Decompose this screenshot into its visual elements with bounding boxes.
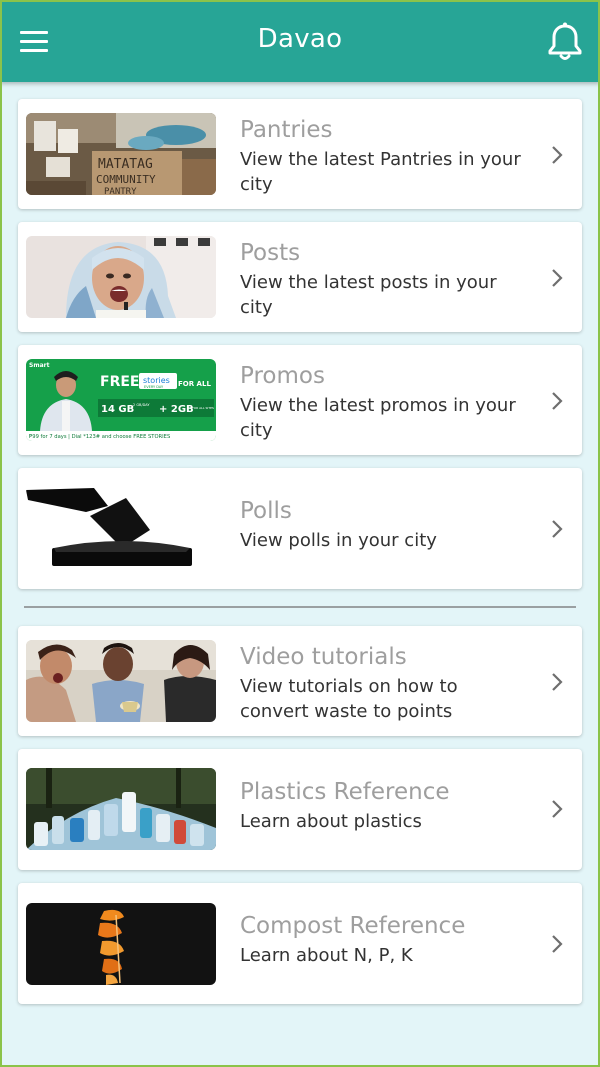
pantry-photo: MATATAG COMMUNITY PANTRY xyxy=(26,113,216,195)
notification-button[interactable] xyxy=(544,20,586,64)
chevron-right-icon xyxy=(548,267,566,289)
card-title: Pantries xyxy=(240,117,333,143)
app-bar: Davao xyxy=(0,0,600,82)
svg-text:FOR ALL SITES: FOR ALL SITES xyxy=(192,406,214,410)
svg-text:MATATAG: MATATAG xyxy=(98,157,153,172)
svg-text:PANTRY: PANTRY xyxy=(104,187,137,195)
card-subtitle: View the latest promos in your city xyxy=(240,395,516,441)
card-subtitle: Learn about plastics xyxy=(240,811,422,832)
card-title: Compost Reference xyxy=(240,913,466,939)
card-subtitle: View the latest Pantries in your city xyxy=(240,149,521,195)
chevron-right-icon xyxy=(548,671,566,693)
woman-hijab-photo xyxy=(26,236,216,318)
card-subtitle: View tutorials on how to convert waste t… xyxy=(240,676,458,722)
svg-text:Smart: Smart xyxy=(29,362,50,369)
card-title: Promos xyxy=(240,363,325,389)
svg-text:FREE: FREE xyxy=(100,374,139,390)
card-pantries[interactable]: MATATAG COMMUNITY PANTRY Pantries View t… xyxy=(18,99,582,209)
svg-text:EVERY DAY: EVERY DAY xyxy=(144,385,164,389)
svg-text:COMMUNITY: COMMUNITY xyxy=(96,173,156,186)
chevron-right-icon xyxy=(548,518,566,540)
svg-text:2 GB/DAY: 2 GB/DAY xyxy=(133,403,150,407)
section-divider xyxy=(24,606,576,608)
svg-text:+ 2GB: + 2GB xyxy=(159,404,194,415)
svg-text:stories: stories xyxy=(143,376,170,385)
page-title: Davao xyxy=(257,24,343,54)
card-title: Polls xyxy=(240,498,292,524)
card-plastics-reference[interactable]: Plastics Reference Learn about plastics xyxy=(18,749,582,870)
chevron-right-icon xyxy=(548,933,566,955)
svg-text:14 GB: 14 GB xyxy=(101,404,134,415)
bell-icon xyxy=(548,22,582,60)
ballot-box-icon xyxy=(26,486,216,574)
card-posts[interactable]: Posts View the latest posts in your city xyxy=(18,222,582,332)
chevron-right-icon xyxy=(548,390,566,412)
card-compost-reference[interactable]: Compost Reference Learn about N, P, K xyxy=(18,883,582,1004)
card-title: Plastics Reference xyxy=(240,779,450,805)
smart-promo-banner: Smart FREE stories EVERY DAY FOR ALL 14 … xyxy=(26,359,216,441)
card-subtitle: View the latest posts in your city xyxy=(240,272,497,318)
kids-tutorial-photo xyxy=(26,640,216,722)
card-subtitle: View polls in your city xyxy=(240,530,437,551)
plastic-bottles-photo xyxy=(26,768,216,850)
card-polls[interactable]: Polls View polls in your city xyxy=(18,468,582,589)
card-title: Video tutorials xyxy=(240,644,407,670)
card-promos[interactable]: Smart FREE stories EVERY DAY FOR ALL 14 … xyxy=(18,345,582,455)
chevron-right-icon xyxy=(548,798,566,820)
svg-text:FOR ALL: FOR ALL xyxy=(178,380,211,388)
card-title: Posts xyxy=(240,240,301,266)
svg-text:₱99 for 7 days | Dial *123#: ₱99 for 7 days | Dial *123# and choose F… xyxy=(29,434,170,440)
chevron-right-icon xyxy=(548,144,566,166)
card-subtitle: Learn about N, P, K xyxy=(240,945,413,966)
card-video-tutorials[interactable]: Video tutorials View tutorials on how to… xyxy=(18,626,582,736)
orange-peel-photo xyxy=(26,903,216,985)
